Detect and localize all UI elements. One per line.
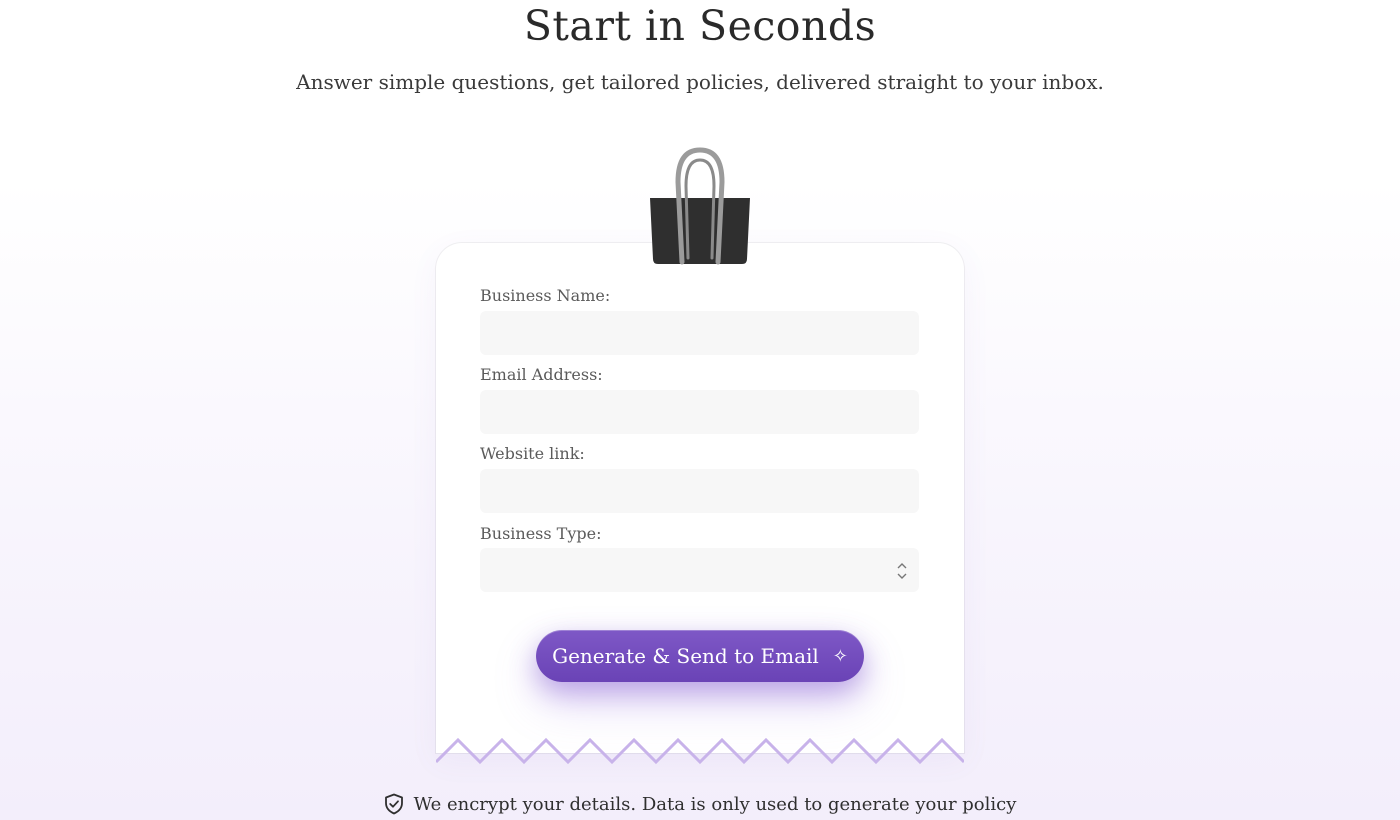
binder-clip-icon <box>650 147 750 265</box>
privacy-note: We encrypt your details. Data is only us… <box>0 793 1400 815</box>
website-link-input[interactable] <box>480 469 919 513</box>
business-name-label: Business Name: <box>480 286 611 305</box>
business-name-input[interactable] <box>480 311 919 355</box>
privacy-note-text: We encrypt your details. Data is only us… <box>413 793 1017 815</box>
select-arrows-icon <box>897 563 907 579</box>
zigzag-edge <box>436 737 964 765</box>
email-address-input[interactable] <box>480 390 919 434</box>
business-type-select[interactable] <box>480 548 919 592</box>
sparkle-icon: ✧ <box>832 645 848 667</box>
email-address-label: Email Address: <box>480 365 603 384</box>
website-link-label: Website link: <box>480 444 585 463</box>
page-subtitle: Answer simple questions, get tailored po… <box>296 70 1104 94</box>
business-type-label: Business Type: <box>480 524 602 543</box>
page-title: Start in Seconds <box>523 2 877 50</box>
generate-send-label: Generate & Send to Email <box>552 644 819 668</box>
shield-check-icon <box>384 793 403 815</box>
generate-send-button[interactable]: Generate & Send to Email ✧ <box>536 630 864 682</box>
